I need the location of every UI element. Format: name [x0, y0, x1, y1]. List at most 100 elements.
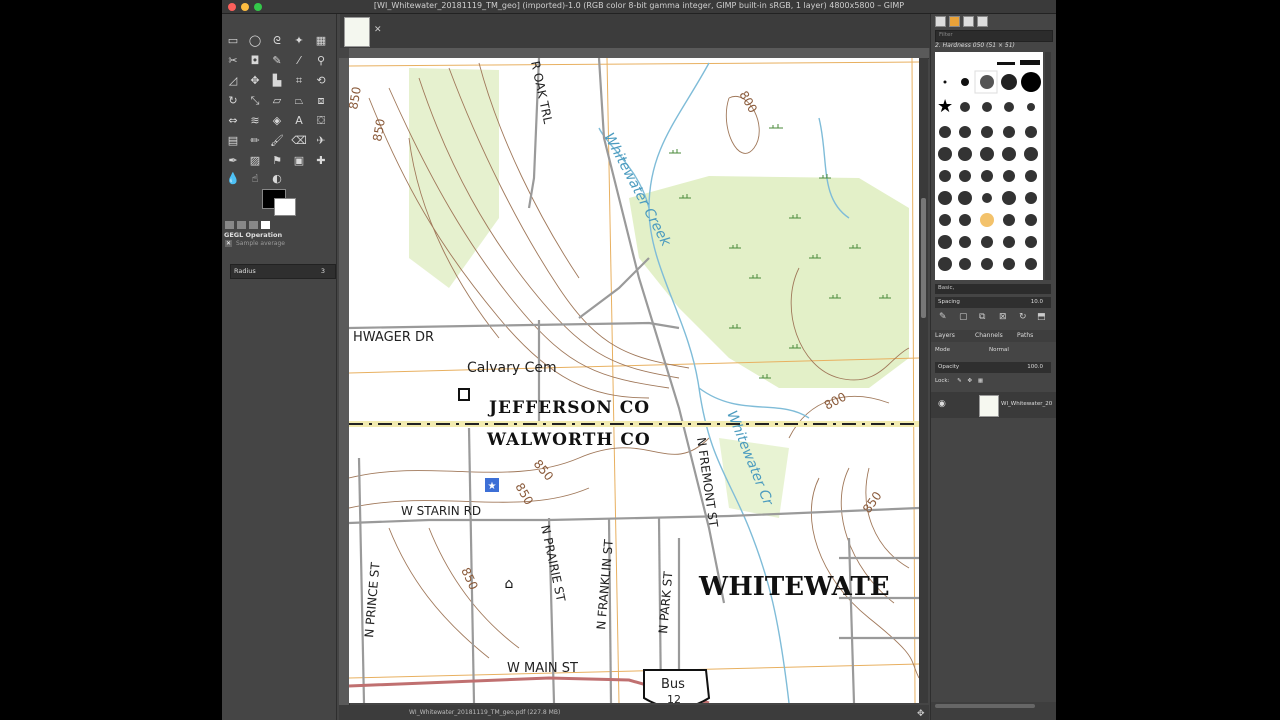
status-file-info: WI_Whitewater_20181119_TM_geo.pdf (227.8… — [409, 709, 561, 716]
refresh-brushes-icon[interactable]: ↻ — [1019, 312, 1027, 322]
tool-options-tab-icon[interactable] — [225, 221, 234, 229]
dodge-icon[interactable]: ◐ — [268, 170, 286, 188]
handle-transform-icon[interactable]: ◈ — [268, 112, 286, 130]
layer-row[interactable]: ◉ WI_Whitewater_20 — [931, 392, 1056, 418]
bucket-fill-icon[interactable]: ⛋ — [312, 112, 330, 130]
label-walworth-co: WALWORTH CO — [486, 430, 651, 450]
radius-spinner[interactable]: Radius 3 — [230, 264, 336, 279]
unified-transform-icon[interactable]: ⟲ — [312, 72, 330, 90]
gimp-window: [WI_Whitewater_20181119_TM_geo] (importe… — [222, 0, 1056, 720]
layers-horizontal-scrollbar[interactable] — [935, 704, 1035, 708]
lock-position-icon[interactable]: ✥ — [968, 378, 973, 384]
label-n-prairie-st: N PRAIRIE ST — [538, 524, 568, 604]
warp-icon[interactable]: ≋ — [246, 112, 264, 130]
airbrush-icon[interactable]: ✈ — [312, 132, 330, 150]
label-elevation-800: 800 — [736, 89, 760, 116]
brush-grid[interactable]: ★ — [935, 52, 1043, 280]
lasso-icon[interactable]: ᘓ — [268, 32, 286, 50]
flip-icon[interactable]: ⇔ — [224, 112, 242, 130]
label-whitewater-city: WHITEWATE — [698, 572, 890, 602]
eraser-icon[interactable]: ⌫ — [290, 132, 308, 150]
paths-icon[interactable]: ✎ — [268, 52, 286, 70]
star-icon: ★ — [488, 481, 497, 492]
close-icon[interactable]: ✕ — [374, 26, 383, 35]
sample-average-checkbox[interactable]: ✕ — [225, 240, 232, 247]
brushes-tab-icon[interactable] — [935, 16, 946, 27]
background-color-swatch[interactable] — [274, 198, 296, 216]
zoom-icon[interactable]: ⚲ — [312, 52, 330, 70]
measure-icon[interactable]: ◿ — [224, 72, 242, 90]
image-tab-thumbnail[interactable] — [344, 17, 370, 47]
patterns-tab-icon[interactable] — [949, 16, 960, 27]
rotate-icon[interactable]: ↻ — [224, 92, 242, 110]
delete-brush-icon[interactable]: ⊠ — [999, 312, 1007, 322]
cage-transform-icon[interactable]: ⧈ — [312, 92, 330, 110]
device-status-tab-icon[interactable] — [237, 221, 246, 229]
document-history-tab-icon[interactable] — [977, 16, 988, 27]
color-picker-icon[interactable]: ⁄ — [290, 52, 308, 70]
undo-history-tab-icon[interactable] — [249, 221, 258, 229]
select-by-color-icon[interactable]: ▦ — [312, 32, 330, 50]
open-brush-as-image-icon[interactable]: ⬒ — [1037, 312, 1046, 322]
foreground-select-icon[interactable]: ◘ — [246, 52, 264, 70]
brush-name: 2. Hardness 050 (51 × 51) — [935, 42, 1015, 49]
move-icon[interactable]: ✥ — [246, 72, 264, 90]
mypaint-brush-icon[interactable]: ▨ — [246, 152, 264, 170]
scissors-icon[interactable]: ✂ — [224, 52, 242, 70]
vegetation-area — [629, 176, 909, 388]
tab-channels[interactable]: Channels — [975, 332, 1003, 339]
gradient-icon[interactable]: ▤ — [224, 132, 242, 150]
layer-name[interactable]: WI_Whitewater_20 — [1001, 401, 1052, 407]
edit-brush-icon[interactable]: ✎ — [939, 312, 947, 322]
fuzzy-select-icon[interactable]: ✦ — [290, 32, 308, 50]
navigate-icon[interactable]: ✥ — [917, 707, 925, 720]
perspective-clone-icon[interactable]: ▣ — [290, 152, 308, 170]
spacing-label: Spacing — [938, 299, 960, 305]
brush-scrollbar[interactable] — [1045, 52, 1051, 280]
sample-average-label: Sample average — [236, 240, 285, 247]
mode-label: Mode — [935, 347, 950, 353]
heal-icon[interactable]: ✚ — [312, 152, 330, 170]
brush-tag-select[interactable]: Basic, — [935, 284, 1051, 294]
opacity-value: 100.0 — [1027, 364, 1043, 370]
rect-select-icon[interactable]: ▭ — [224, 32, 242, 50]
scroll-thumb[interactable] — [921, 198, 926, 318]
ink-icon[interactable]: ✒ — [224, 152, 242, 170]
tab-paths[interactable]: Paths — [1017, 332, 1033, 339]
images-tab-icon[interactable] — [261, 221, 270, 229]
right-dock: Filter 2. Hardness 050 (51 × 51) ★ Basic… — [930, 14, 1056, 720]
spacing-spinner[interactable]: Spacing 10.0 — [935, 297, 1051, 308]
lock-alpha-icon[interactable]: ▦ — [978, 378, 983, 384]
crop-icon[interactable]: ⌗ — [290, 72, 308, 90]
title-bar: [WI_Whitewater_20181119_TM_geo] (importe… — [222, 0, 1056, 14]
canvas-vertical-scrollbar[interactable] — [919, 58, 928, 703]
topographic-map: ★ ⌂ R OAK TRL HWAGER DR Calvary Cem W ST… — [349, 58, 919, 703]
smudge-icon[interactable]: ☝ — [246, 170, 264, 188]
image-canvas[interactable]: ★ ⌂ R OAK TRL HWAGER DR Calvary Cem W ST… — [349, 58, 919, 703]
tool-options-tabs — [222, 219, 336, 231]
paintbrush-icon[interactable]: 🖌 — [268, 132, 286, 150]
lock-pixels-icon[interactable]: ✎ — [957, 378, 962, 384]
ellipse-select-icon[interactable]: ◯ — [246, 32, 264, 50]
blur-icon[interactable]: 💧 — [224, 170, 242, 188]
perspective-icon[interactable]: ⏢ — [290, 92, 308, 110]
shear-icon[interactable]: ▱ — [268, 92, 286, 110]
window-title: [WI_Whitewater_20181119_TM_geo] (importe… — [373, 1, 905, 10]
label-bus: Bus — [661, 677, 685, 692]
mode-select[interactable]: Normal — [989, 347, 1009, 353]
opacity-spinner[interactable]: Opacity 100.0 — [935, 362, 1051, 373]
brush-filter-input[interactable]: Filter — [935, 30, 1053, 42]
fonts-tab-icon[interactable] — [963, 16, 974, 27]
layers-bottom-bar — [931, 702, 1056, 720]
clone-icon[interactable]: ⚑ — [268, 152, 286, 170]
align-icon[interactable]: ▙ — [268, 72, 286, 90]
label-w-starin-rd: W STARIN RD — [401, 504, 481, 518]
duplicate-brush-icon[interactable]: ⧉ — [979, 312, 985, 322]
tab-layers[interactable]: Layers — [935, 332, 955, 339]
visibility-eye-icon[interactable]: ◉ — [938, 399, 946, 409]
pencil-icon[interactable]: ✏ — [246, 132, 264, 150]
new-brush-icon[interactable]: ▢ — [959, 312, 968, 322]
text-icon[interactable]: A — [290, 112, 308, 130]
label-elevation-850: 850 — [512, 481, 536, 508]
scale-icon[interactable]: ⤡ — [246, 92, 264, 110]
